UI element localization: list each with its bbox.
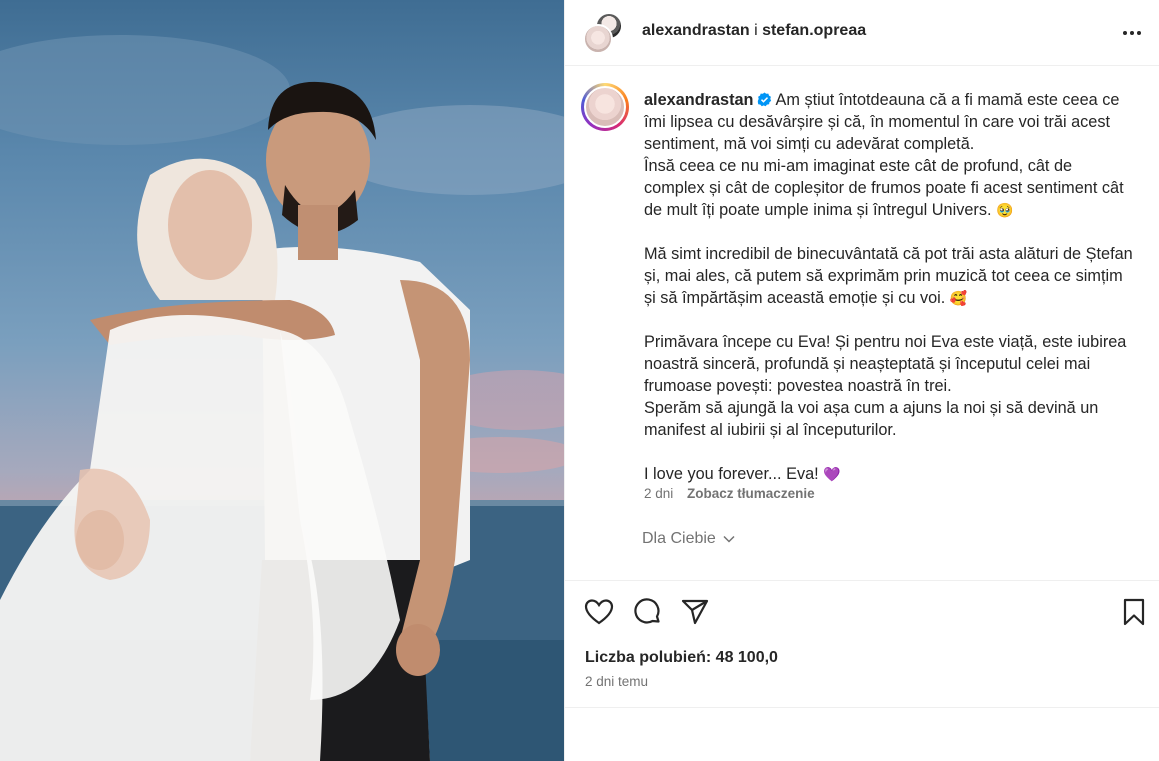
caption-paragraph-2: Mă simt incredibil de binecuvântată că p… xyxy=(644,245,1133,307)
collab-names: alexandrastan i stefan.opreaa xyxy=(642,22,866,40)
collab-avatars[interactable] xyxy=(583,12,625,54)
for-you-label: Dla Ciebie xyxy=(642,530,716,547)
username-link-1[interactable]: alexandrastan xyxy=(642,22,750,39)
caption-paragraph-3b: Sperăm să ajungă la voi așa cum a ajuns … xyxy=(644,399,1099,439)
caption-paragraph-1b: Însă ceea ce nu mi-am imaginat este cât … xyxy=(644,157,1124,219)
bookmark-icon[interactable] xyxy=(1118,596,1150,628)
caption-section: alexandrastan Am știut întotdeauna că a f… xyxy=(565,67,1159,579)
share-icon[interactable] xyxy=(679,596,711,628)
caption-paragraph-3: Primăvara începe cu Eva! Și pentru noi E… xyxy=(644,333,1127,395)
verified-badge-icon xyxy=(757,92,771,107)
for-you-dropdown[interactable]: Dla Ciebie xyxy=(642,530,736,548)
caption-age: 2 dni xyxy=(644,486,674,501)
translate-link[interactable]: Zobacz tłumaczenie xyxy=(687,486,815,501)
comment-divider xyxy=(565,707,1159,708)
heart-icon[interactable] xyxy=(583,596,615,628)
collab-separator: i xyxy=(754,22,758,39)
caption-avatar[interactable] xyxy=(581,83,629,131)
actions-divider xyxy=(565,580,1159,581)
chevron-down-icon xyxy=(723,535,735,543)
more-horizontal-icon[interactable] xyxy=(1118,20,1146,46)
post-header: alexandrastan i stefan.opreaa xyxy=(565,0,1159,66)
username-link-2[interactable]: stefan.opreaa xyxy=(762,22,866,39)
caption-username[interactable]: alexandrastan xyxy=(644,91,754,109)
emoji-hearts: 🥰 xyxy=(949,290,968,306)
post-panel: alexandrastan i stefan.opreaa alexandras… xyxy=(564,0,1159,761)
caption-meta: 2 dni Zobacz tłumaczenie xyxy=(644,486,815,501)
photo-illustration xyxy=(0,35,564,761)
emoji-purple-heart: 💜 xyxy=(823,466,841,482)
post-timestamp[interactable]: 2 dni temu xyxy=(585,674,648,689)
caption-text: alexandrastan Am știut întotdeauna că a f… xyxy=(644,89,1134,485)
post-photo[interactable] xyxy=(0,0,564,761)
emoji-pleading: 🥹 xyxy=(996,202,1014,218)
avatar-alexandra[interactable] xyxy=(583,24,613,54)
caption-paragraph-4: I love you forever... Eva! xyxy=(644,465,819,483)
likes-count[interactable]: Liczba polubień: 48 100,0 xyxy=(585,649,778,667)
comment-icon[interactable] xyxy=(631,596,663,628)
action-bar xyxy=(565,596,1159,630)
